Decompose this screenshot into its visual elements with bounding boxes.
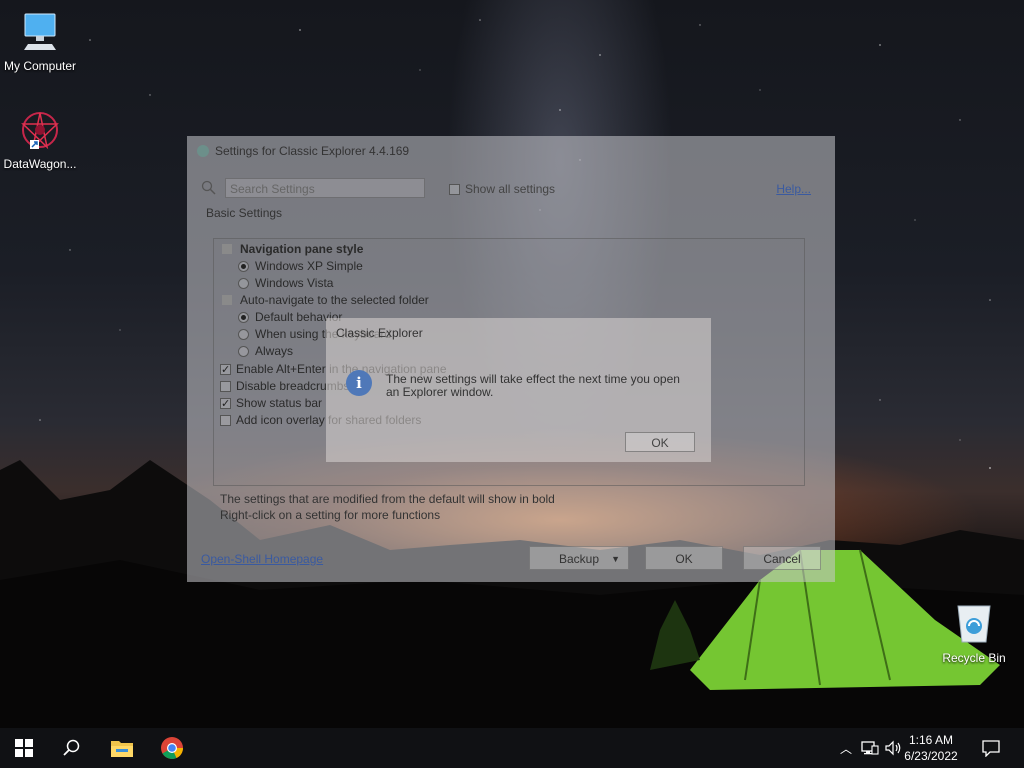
search-icon xyxy=(201,180,216,195)
ok-button[interactable]: OK xyxy=(645,546,723,570)
setting-radio-windows-vista[interactable]: Windows Vista xyxy=(238,275,333,291)
desktop-icon-my-computer[interactable]: My Computer xyxy=(0,10,80,73)
desktop-icon-recycle-bin[interactable]: Recycle Bin xyxy=(934,602,1014,665)
radio-button xyxy=(238,329,249,340)
radio-button xyxy=(238,278,249,289)
radio-button xyxy=(238,261,249,272)
datawagon-icon xyxy=(21,112,59,150)
group-icon xyxy=(222,295,232,305)
checkbox-box xyxy=(449,184,460,195)
checkbox-box xyxy=(220,381,231,392)
start-icon xyxy=(15,739,33,757)
group-icon xyxy=(222,244,232,254)
notification-icon xyxy=(982,740,1000,757)
message-dialog: Classic Explorer i The new settings will… xyxy=(326,318,711,462)
chevron-up-icon[interactable]: ︿ xyxy=(836,740,856,757)
taskbar-chrome[interactable] xyxy=(148,728,196,768)
action-center-button[interactable] xyxy=(968,728,1014,768)
chrome-icon xyxy=(161,737,183,759)
setting-radio-windows-xp-simple[interactable]: Windows XP Simple xyxy=(238,258,363,274)
desktop-icon-label: My Computer xyxy=(3,59,77,73)
message-dialog-title: Classic Explorer xyxy=(336,326,423,340)
radio-button xyxy=(238,312,249,323)
message-ok-button[interactable]: OK xyxy=(625,432,695,452)
message-text: The new settings will take effect the ne… xyxy=(386,372,680,399)
recycle-bin-icon xyxy=(957,605,991,643)
checkbox-box xyxy=(220,415,231,426)
start-button[interactable] xyxy=(0,728,48,768)
checkbox-box xyxy=(220,396,231,412)
backup-button[interactable]: Backup ▼ xyxy=(529,546,629,570)
monitor-icon xyxy=(24,13,56,50)
desktop-icon-label: DataWagon... xyxy=(3,157,77,171)
info-icon: i xyxy=(346,370,372,396)
desktop-icon-datawagon[interactable]: DataWagon... xyxy=(0,108,80,171)
file-explorer-icon xyxy=(111,741,133,757)
search-icon xyxy=(63,739,80,756)
dropdown-arrow-icon: ▼ xyxy=(611,554,620,564)
backup-label: Backup xyxy=(558,552,600,566)
footnote-modified-bold: The settings that are modified from the … xyxy=(220,492,555,506)
taskbar-file-explorer[interactable] xyxy=(98,728,146,768)
settings-window-title: Settings for Classic Explorer 4.4.169 xyxy=(197,144,409,158)
search-placeholder: Search Settings xyxy=(230,182,315,196)
window-title-text: Settings for Classic Explorer 4.4.169 xyxy=(215,144,410,158)
tab-basic-settings[interactable]: Basic Settings xyxy=(206,206,282,220)
classic-explorer-app-icon xyxy=(197,145,209,157)
cancel-button[interactable]: Cancel xyxy=(743,546,821,570)
setting-radio-always[interactable]: Always xyxy=(238,343,293,359)
show-all-label: Show all settings xyxy=(465,182,556,196)
open-shell-homepage-link[interactable]: Open-Shell Homepage xyxy=(201,552,323,566)
desktop-icon-label: Recycle Bin xyxy=(942,651,1006,665)
search-settings-input[interactable]: Search Settings xyxy=(225,178,425,198)
clock-date: 6/23/2022 xyxy=(904,749,958,763)
show-all-settings-checkbox[interactable]: Show all settings xyxy=(449,182,555,196)
clock-time: 1:16 AM xyxy=(908,733,954,747)
setting-checkbox-show-status-bar[interactable]: Show status bar xyxy=(220,395,322,412)
help-link[interactable]: Help... xyxy=(776,182,811,196)
taskbar: ︿ 1:16 AM 6/23/2022 xyxy=(0,728,1024,768)
system-tray: ︿ xyxy=(836,728,904,768)
setting-group-auto-navigate[interactable]: Auto-navigate to the selected folder xyxy=(222,292,429,308)
setting-group-navigation-pane-style[interactable]: Navigation pane style xyxy=(222,241,363,257)
taskbar-search-button[interactable] xyxy=(48,728,96,768)
footnote-right-click: Right-click on a setting for more functi… xyxy=(220,508,441,522)
clock[interactable]: 1:16 AM 6/23/2022 xyxy=(896,732,966,764)
network-icon[interactable] xyxy=(860,740,880,756)
radio-button xyxy=(238,346,249,357)
checkbox-box xyxy=(220,362,231,378)
